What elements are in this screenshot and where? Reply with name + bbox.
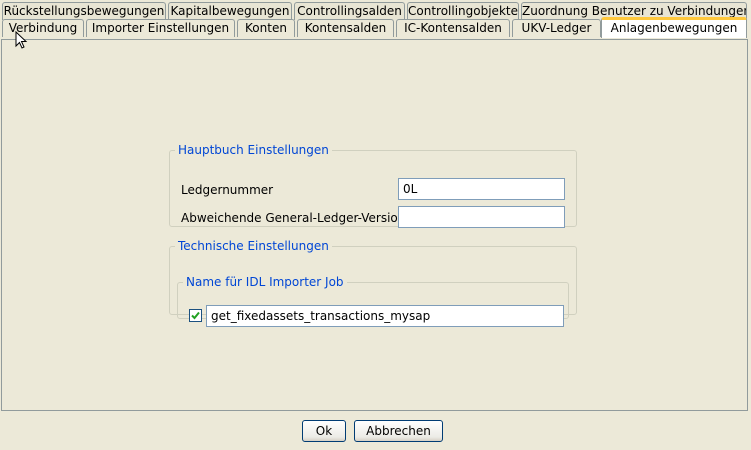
- group-title: Technische Einstellungen: [178, 239, 329, 253]
- tab-content-panel: Hauptbuch Einstellungen Ledgernummer Abw…: [1, 39, 748, 411]
- job-name-input[interactable]: [206, 305, 564, 327]
- tab-label: Konten: [245, 21, 287, 35]
- mouse-cursor-icon: [15, 31, 28, 49]
- cancel-button[interactable]: Abbrechen: [354, 420, 443, 442]
- tab-label: Kapitalbewegungen: [170, 4, 290, 18]
- tab-label: Rückstellungsbewegungen: [3, 4, 165, 18]
- tab-label: Importer Einstellungen: [91, 21, 230, 35]
- tab-ic-kontensalden[interactable]: IC-Kontensalden: [396, 19, 510, 37]
- technische-einstellungen-group: Technische Einstellungen Name für IDL Im…: [169, 239, 577, 327]
- idl-importer-job-group: Name für IDL Importer Job: [177, 275, 569, 327]
- tab-label: Controllingsalden: [297, 4, 402, 18]
- tab-rueckstellungsbewegungen[interactable]: Rückstellungsbewegungen: [2, 2, 166, 20]
- abweichende-version-input[interactable]: [398, 206, 565, 228]
- tab-konten[interactable]: Konten: [237, 19, 295, 37]
- tab-kontensalden[interactable]: Kontensalden: [297, 19, 394, 37]
- hauptbuch-einstellungen-group: Hauptbuch Einstellungen Ledgernummer Abw…: [169, 143, 577, 228]
- tab-label: IC-Kontensalden: [404, 21, 502, 35]
- tab-controllingobjekte[interactable]: Controllingobjekte: [407, 2, 519, 20]
- ledgernummer-input[interactable]: [398, 178, 565, 200]
- tab-ukv-ledger[interactable]: UKV-Ledger: [512, 19, 601, 37]
- tab-anlagenbewegungen[interactable]: Anlagenbewegungen: [601, 17, 747, 38]
- tab-label: Anlagenbewegungen: [610, 21, 738, 35]
- tab-controllingsalden[interactable]: Controllingsalden: [294, 2, 405, 20]
- tab-label: Controllingobjekte: [408, 4, 518, 18]
- ok-button[interactable]: Ok: [302, 420, 346, 442]
- tab-importer-einstellungen[interactable]: Importer Einstellungen: [86, 19, 235, 37]
- ledgernummer-label: Ledgernummer: [181, 183, 274, 197]
- tab-label: Kontensalden: [304, 21, 387, 35]
- tab-kapitalbewegungen[interactable]: Kapitalbewegungen: [168, 2, 292, 20]
- job-enabled-checkbox[interactable]: [189, 309, 202, 322]
- tab-label: UKV-Ledger: [521, 21, 592, 35]
- abweichende-version-label: Abweichende General-Ledger-Version: [181, 211, 406, 225]
- group-title: Hauptbuch Einstellungen: [178, 143, 329, 157]
- tab-label: Zuordnung Benutzer zu Verbindungen: [522, 4, 747, 18]
- checkmark-icon: [191, 311, 200, 320]
- tab-row-front: Verbindung Importer Einstellungen Konten…: [0, 17, 751, 38]
- group-title: Name für IDL Importer Job: [186, 275, 344, 289]
